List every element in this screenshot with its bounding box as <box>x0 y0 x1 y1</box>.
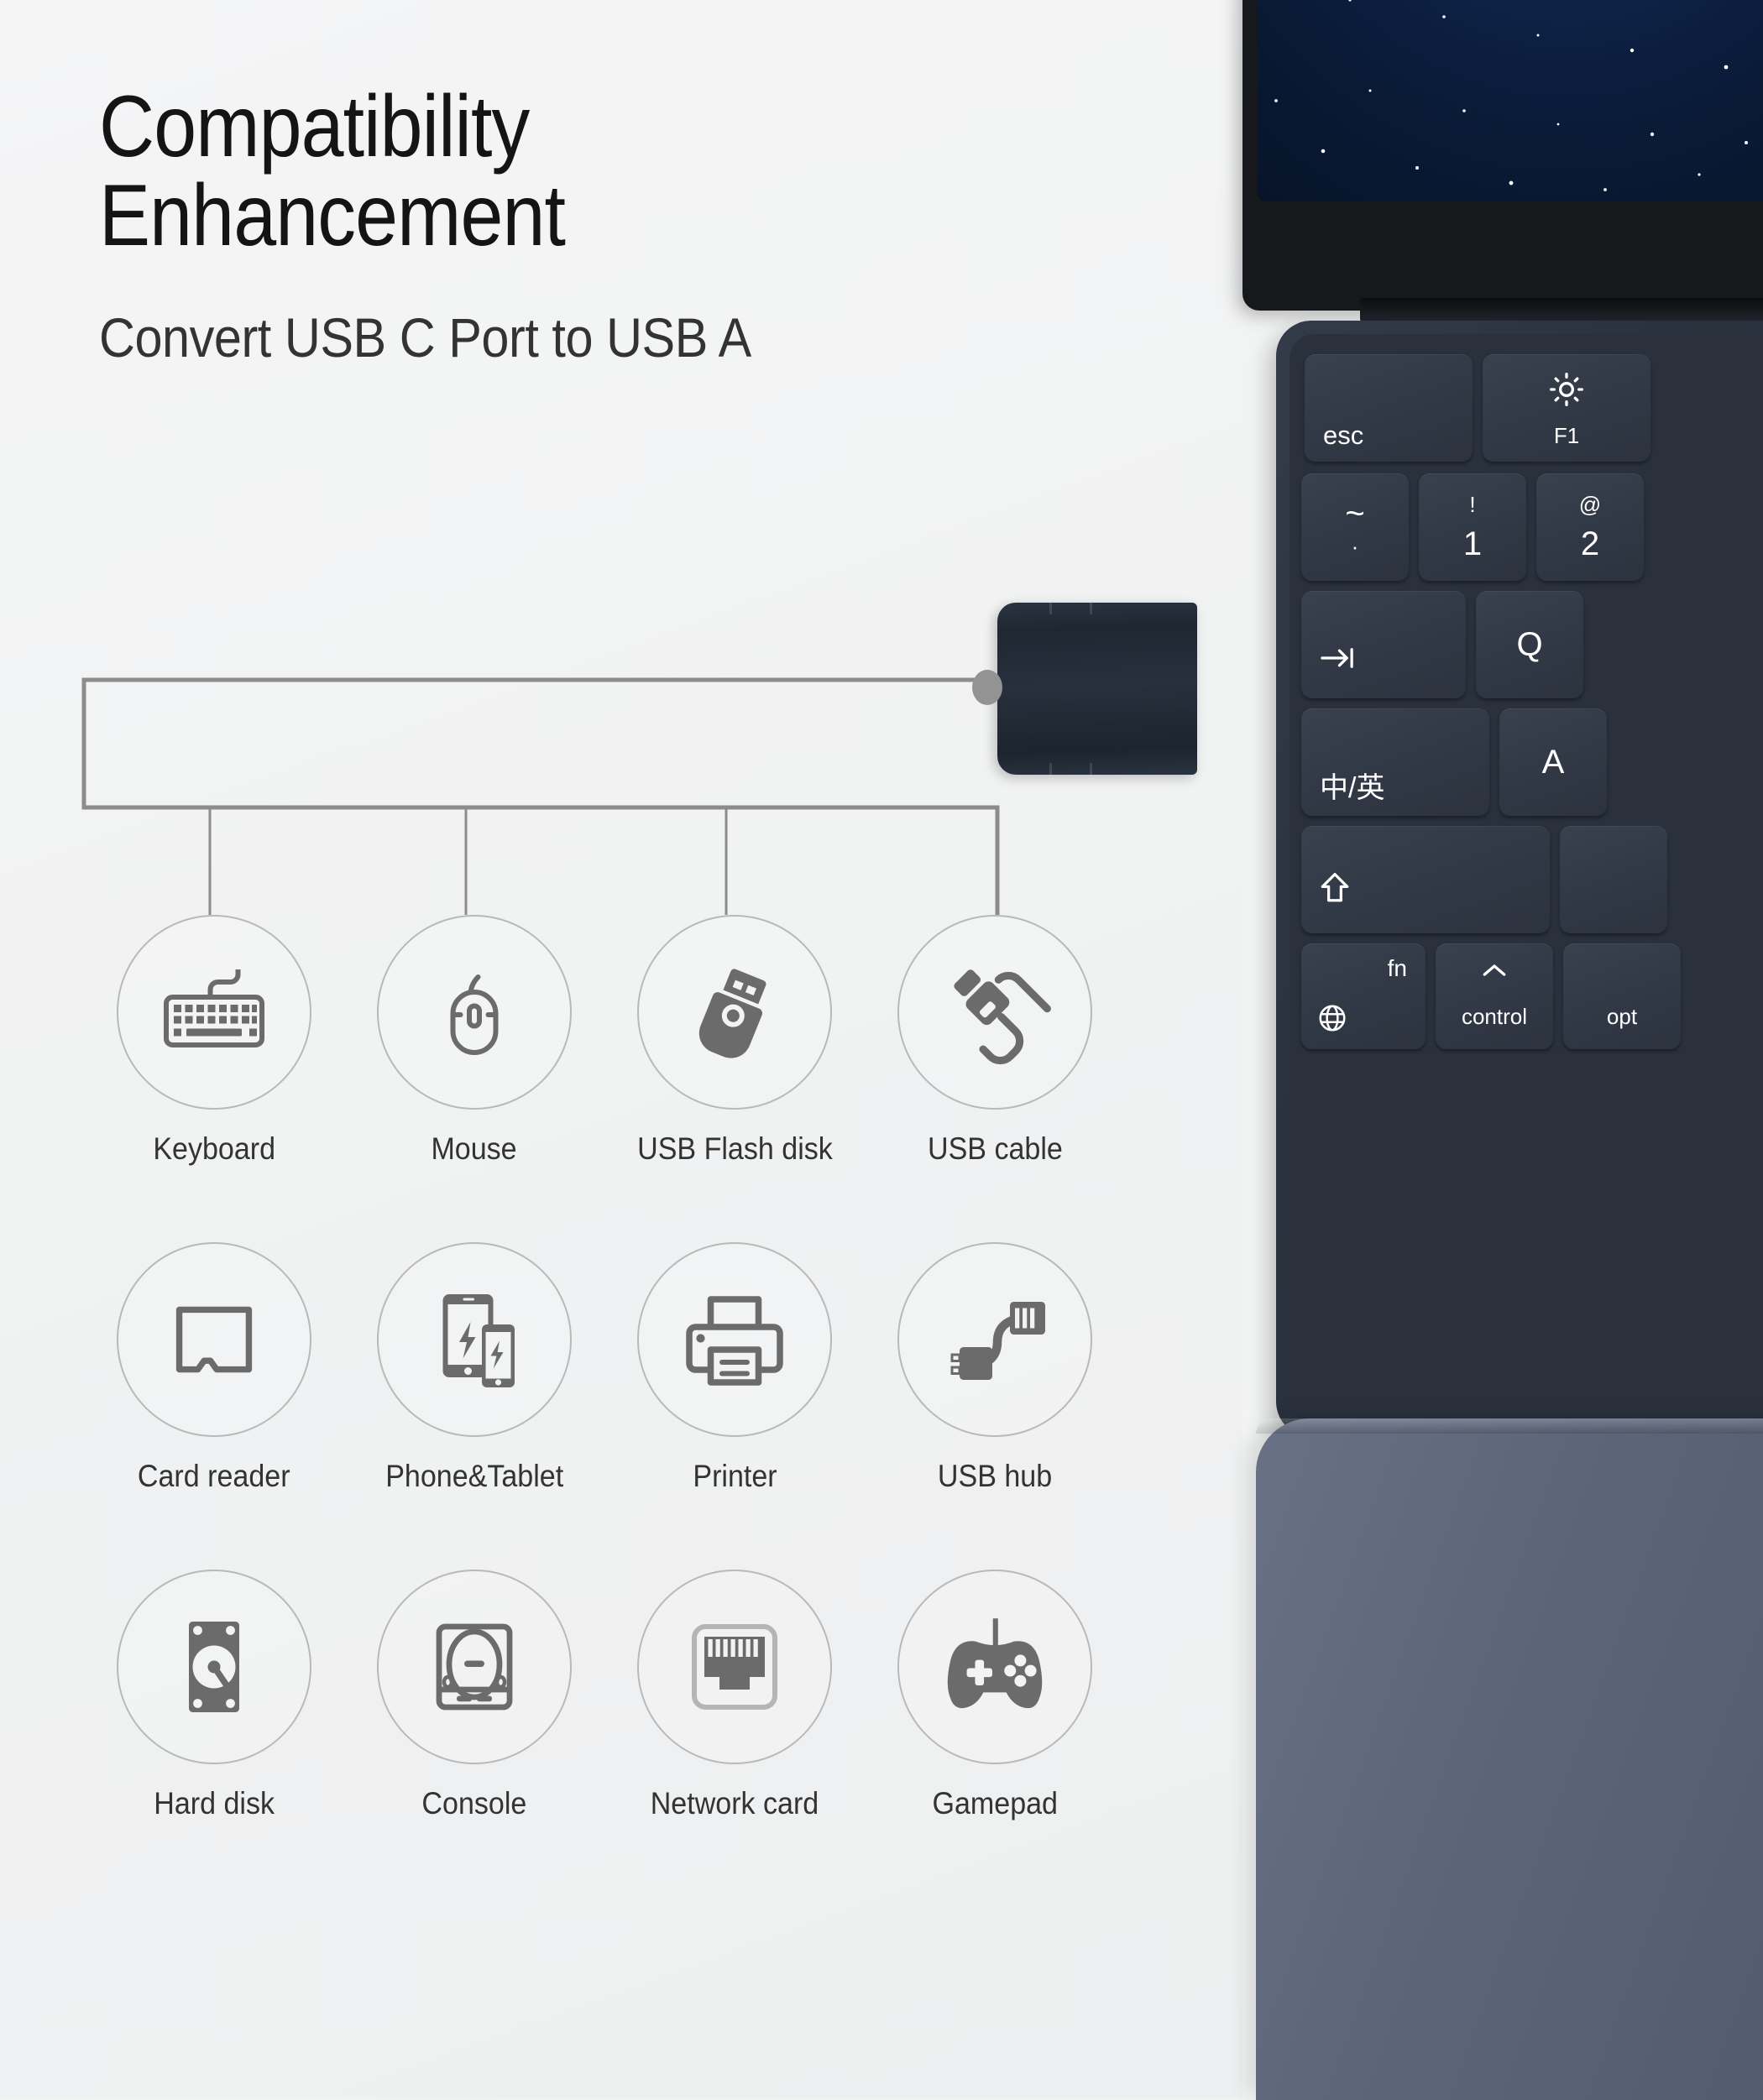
laptop-base-edge <box>1256 1418 1763 1434</box>
key-lang-toggle[interactable]: 中/英 <box>1301 708 1489 816</box>
key-f1[interactable]: F1 <box>1483 354 1651 462</box>
device-label: Network card <box>650 1786 819 1821</box>
tab-arrow-icon <box>1321 648 1353 668</box>
starfield-wallpaper <box>1274 0 1748 191</box>
key-label: esc <box>1323 421 1364 450</box>
printer-icon <box>686 1296 783 1386</box>
device-item-keyboard[interactable]: Keyboard <box>84 915 344 1242</box>
device-row: Keyboard Mouse USB Flash disk USB cable <box>84 915 1175 1242</box>
key-label: 中/英 <box>1320 772 1385 804</box>
page-title: Compatibility Enhancement <box>99 78 566 265</box>
device-circle <box>377 915 572 1110</box>
device-label: Gamepad <box>932 1786 1058 1821</box>
key-esc[interactable]: esc <box>1305 354 1473 462</box>
usb-c-adapter[interactable] <box>997 603 1197 775</box>
device-label: Hard disk <box>154 1786 275 1821</box>
hard-disk-icon <box>189 1622 239 1712</box>
key-return-partial[interactable] <box>1560 826 1667 933</box>
device-label: Phone&Tablet <box>385 1459 563 1493</box>
device-circle <box>897 915 1092 1110</box>
key-control[interactable]: control <box>1436 943 1553 1049</box>
laptop-screen <box>1258 0 1763 201</box>
laptop: esc F1 ~ · ! 1 @ 2 Q 中/英 A fn control op… <box>1192 0 1763 2100</box>
device-item-card-reader[interactable]: Card reader <box>84 1242 344 1570</box>
usb-flash-icon <box>698 969 766 1058</box>
device-item-usb-cable[interactable]: USB cable <box>865 915 1125 1242</box>
key-label: opt <box>1606 1004 1638 1029</box>
key-label-top: ~ <box>1345 495 1365 532</box>
key-label-top: @ <box>1578 492 1602 517</box>
device-grid: Keyboard Mouse USB Flash disk USB cable … <box>84 915 1175 1897</box>
headings-block: Compatibility Enhancement Convert USB C … <box>99 82 1106 369</box>
device-item-console[interactable]: Console <box>344 1570 604 1897</box>
shift-arrow-icon <box>1321 872 1349 902</box>
page-subtitle: Convert USB C Port to USB A <box>99 306 751 369</box>
device-item-phone-tablet[interactable]: Phone&Tablet <box>344 1242 604 1570</box>
connector-dot <box>972 670 1002 705</box>
usb-hub-icon <box>950 1302 1045 1380</box>
key-label-bottom: 1 <box>1462 525 1483 562</box>
laptop-hinge <box>1360 298 1763 321</box>
key-label: fn <box>1387 955 1407 981</box>
key-option[interactable]: opt <box>1563 943 1681 1049</box>
caret-up-icon <box>1483 964 1506 976</box>
brightness-icon <box>1550 373 1583 406</box>
device-row: Card reader Phone&Tablet Printer USB hub <box>84 1242 1175 1570</box>
device-label: USB hub <box>937 1459 1053 1493</box>
key-shift[interactable] <box>1301 826 1550 933</box>
key-label: A <box>1541 744 1565 781</box>
globe-icon <box>1319 1005 1346 1032</box>
device-item-network-card[interactable]: Network card <box>604 1570 865 1897</box>
device-circle <box>377 1570 572 1764</box>
device-circle <box>117 1570 311 1764</box>
device-label: Mouse <box>431 1131 518 1166</box>
keyboard-icon <box>164 969 264 1047</box>
device-item-usb-flash-disk[interactable]: USB Flash disk <box>604 915 865 1242</box>
sd-card-icon <box>175 1306 253 1373</box>
device-label: Console <box>421 1786 527 1821</box>
device-item-printer[interactable]: Printer <box>604 1242 865 1570</box>
key-label-bottom: 2 <box>1580 525 1600 562</box>
mouse-icon <box>450 974 499 1055</box>
device-circle <box>117 915 311 1110</box>
gamepad-icon <box>947 1618 1043 1709</box>
key-label-bottom: · <box>1351 534 1359 559</box>
rj45-port-icon <box>692 1624 777 1710</box>
device-label: Printer <box>692 1459 777 1493</box>
device-label: Keyboard <box>153 1131 275 1166</box>
device-circle <box>117 1242 311 1437</box>
device-item-hard-disk[interactable]: Hard disk <box>84 1570 344 1897</box>
device-circle <box>637 1242 832 1437</box>
device-circle <box>637 915 832 1110</box>
device-item-usb-hub[interactable]: USB hub <box>865 1242 1125 1570</box>
content-panel: Compatibility Enhancement Convert USB C … <box>0 0 1242 2098</box>
keyboard-well: esc F1 ~ · ! 1 @ 2 Q 中/英 A fn control op… <box>1290 334 1763 1424</box>
key-q[interactable]: Q <box>1476 591 1583 698</box>
device-label: USB Flash disk <box>636 1131 833 1166</box>
laptop-base <box>1256 1418 1763 2100</box>
device-circle <box>377 1242 572 1437</box>
device-circle <box>637 1570 832 1764</box>
key-2[interactable]: @ 2 <box>1536 473 1644 581</box>
device-circle <box>897 1242 1092 1437</box>
key-tilde[interactable]: ~ · <box>1301 473 1409 581</box>
device-label: Card reader <box>138 1459 290 1493</box>
key-1[interactable]: ! 1 <box>1419 473 1526 581</box>
device-row: Hard disk Console Network card Gamepad <box>84 1570 1175 1897</box>
key-label-top: ! <box>1469 492 1476 517</box>
key-label: Q <box>1516 626 1543 663</box>
device-item-mouse[interactable]: Mouse <box>344 915 604 1242</box>
console-icon <box>436 1623 513 1711</box>
usb-cable-icon <box>954 969 1051 1065</box>
device-label: USB cable <box>927 1131 1063 1166</box>
key-a[interactable]: A <box>1499 708 1607 816</box>
device-item-gamepad[interactable]: Gamepad <box>865 1570 1125 1897</box>
device-circle <box>897 1570 1092 1764</box>
key-label: control <box>1461 1004 1528 1029</box>
key-label: F1 <box>1553 423 1580 448</box>
key-fn[interactable]: fn <box>1301 943 1426 1049</box>
key-tab[interactable] <box>1301 591 1466 698</box>
phone-tablet-icon <box>442 1294 515 1387</box>
